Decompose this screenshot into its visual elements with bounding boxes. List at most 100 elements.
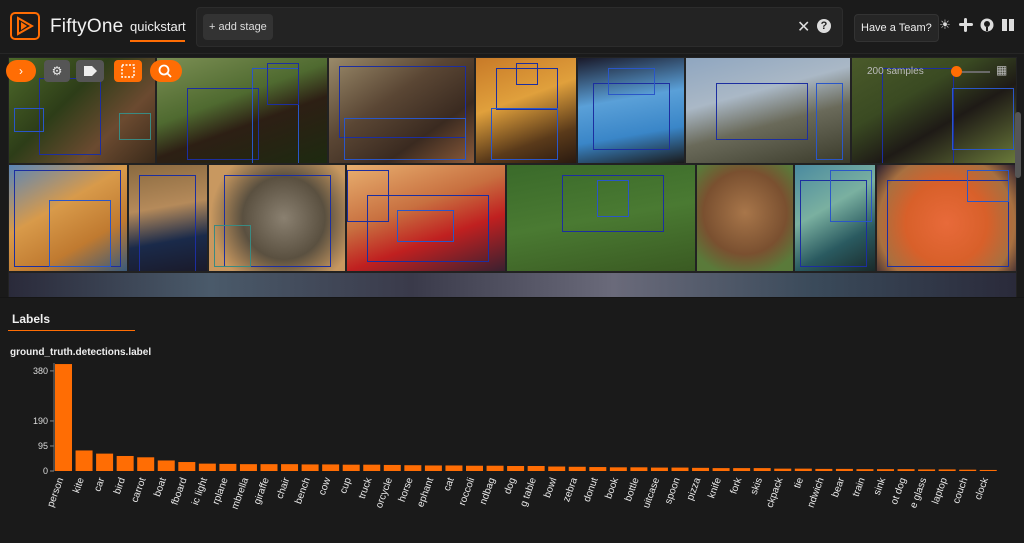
bar-couch[interactable]	[959, 469, 977, 471]
close-icon[interactable]: ✕	[797, 17, 810, 37]
bar-skis[interactable]	[753, 468, 771, 471]
bar-suitcase[interactable]	[650, 467, 668, 471]
bar-bear[interactable]	[835, 468, 853, 471]
chevron-right-icon[interactable]: ›	[6, 60, 36, 82]
zoom-slider[interactable]	[962, 71, 990, 73]
sample-tile[interactable]	[696, 164, 794, 272]
sample-tile[interactable]	[8, 164, 128, 272]
gear-icon[interactable]: ⚙	[44, 60, 70, 82]
sample-tile[interactable]	[475, 57, 577, 164]
bar-truck[interactable]	[363, 464, 381, 471]
grid-scrollbar[interactable]	[1015, 112, 1021, 178]
x-tick-label: bench	[293, 476, 313, 505]
github-icon[interactable]	[980, 18, 994, 32]
slack-icon[interactable]	[959, 18, 973, 32]
bar-chair[interactable]	[281, 464, 299, 471]
zoom-slider-handle[interactable]	[951, 66, 962, 77]
sample-tile[interactable]	[577, 57, 685, 164]
bar-elephant[interactable]	[424, 465, 442, 471]
bar-handbag[interactable]	[486, 465, 504, 471]
bar-carrot[interactable]	[137, 457, 155, 471]
bar-dog[interactable]	[507, 465, 525, 471]
sample-tile[interactable]	[685, 57, 851, 164]
x-tick-label: pizza	[685, 476, 703, 502]
sample-tile[interactable]	[876, 164, 1017, 272]
search-icon[interactable]	[150, 60, 182, 82]
sample-count: 200 samples	[867, 66, 924, 77]
x-tick-label: knife	[706, 476, 724, 500]
bar-bench[interactable]	[301, 464, 319, 471]
bar-bowl[interactable]	[548, 466, 566, 471]
sample-tile[interactable]	[128, 164, 208, 272]
sample-tile[interactable]	[506, 164, 696, 272]
x-tick-label: couch	[951, 476, 970, 505]
bar-zebra[interactable]	[568, 466, 586, 471]
y-tick-label: 0	[43, 466, 48, 476]
select-icon[interactable]	[114, 60, 142, 82]
bar-person[interactable]	[55, 364, 72, 471]
bar-bird[interactable]	[116, 455, 134, 471]
add-stage-button[interactable]: + add stage	[203, 14, 273, 40]
bar-giraffe[interactable]	[260, 464, 278, 471]
view-bar[interactable]: + add stage ✕ ?	[196, 7, 843, 47]
x-tick-label: bear	[830, 476, 847, 499]
labels-tab[interactable]: Labels	[12, 312, 50, 326]
bar-broccoli[interactable]	[466, 465, 483, 471]
bar-spoon[interactable]	[671, 467, 689, 471]
bar-knife[interactable]	[712, 468, 730, 471]
fiftyone-logo-icon[interactable]	[10, 12, 40, 40]
help-icon[interactable]: ?	[817, 19, 831, 33]
bar-cow[interactable]	[322, 464, 340, 471]
have-a-team-button[interactable]: Have a Team?	[854, 14, 939, 42]
dataset-selector[interactable]: quickstart	[130, 19, 186, 34]
bar-hot-dog[interactable]	[897, 469, 915, 471]
bar-motorcycle[interactable]	[383, 464, 401, 471]
bar-sink[interactable]	[877, 469, 894, 471]
label-histogram[interactable]: 0 95 190 380 person kite car bird carrot boat fboa…	[0, 358, 1024, 543]
x-tick-label: giraffe	[252, 476, 272, 506]
bar-fork[interactable]	[733, 468, 751, 471]
x-tick-label: car	[92, 476, 107, 493]
bar-cat[interactable]	[445, 465, 463, 471]
tag-icon[interactable]	[76, 60, 104, 82]
bar-wine-glass[interactable]	[918, 469, 936, 471]
x-tick-label: skis	[749, 476, 765, 496]
bar-clock[interactable]	[979, 469, 997, 471]
bar-boat[interactable]	[157, 460, 175, 471]
labels-tab-underline	[8, 330, 135, 331]
bar-dining-table[interactable]	[527, 465, 545, 471]
sample-tile[interactable]	[208, 164, 346, 272]
bar-tie[interactable]	[794, 468, 812, 471]
chart-title: ground_truth.detections.label	[10, 347, 152, 358]
bar-surfboard[interactable]	[178, 462, 196, 471]
samples-grid[interactable]: › ⚙	[0, 54, 1024, 297]
sample-tile[interactable]	[328, 57, 475, 164]
bar-umbrella[interactable]	[239, 464, 257, 471]
grid-layout-icon[interactable]: ▦	[996, 64, 1008, 76]
dataset-underline	[130, 40, 185, 42]
bar-horse[interactable]	[404, 465, 422, 471]
bar-sandwich[interactable]	[815, 468, 833, 471]
bar-book[interactable]	[609, 467, 627, 471]
bar-laptop[interactable]	[938, 469, 956, 471]
bar-train[interactable]	[856, 469, 874, 471]
bar-bottle[interactable]	[630, 467, 648, 471]
sample-tile[interactable]	[794, 164, 876, 272]
bar-traffic-light[interactable]	[198, 463, 216, 471]
x-tick-label: bottle	[623, 476, 642, 503]
sample-tile[interactable]	[8, 272, 1017, 297]
bar-airplane[interactable]	[219, 463, 237, 471]
bar-backpack[interactable]	[774, 468, 792, 471]
x-tick-label: zebra	[561, 476, 580, 504]
app-name: FiftyOne	[50, 16, 124, 37]
bar-kite[interactable]	[75, 450, 93, 471]
x-tick-label: truck	[357, 475, 375, 500]
light-mode-icon[interactable]: ☀	[938, 18, 952, 32]
bar-car[interactable]	[96, 453, 114, 471]
sample-tile[interactable]	[346, 164, 506, 272]
bar-donut[interactable]	[589, 467, 607, 471]
docs-book-icon[interactable]	[1001, 18, 1015, 32]
bar-pizza[interactable]	[692, 467, 710, 471]
bar-cup[interactable]	[342, 464, 360, 471]
x-tick-label: donut	[582, 476, 601, 503]
